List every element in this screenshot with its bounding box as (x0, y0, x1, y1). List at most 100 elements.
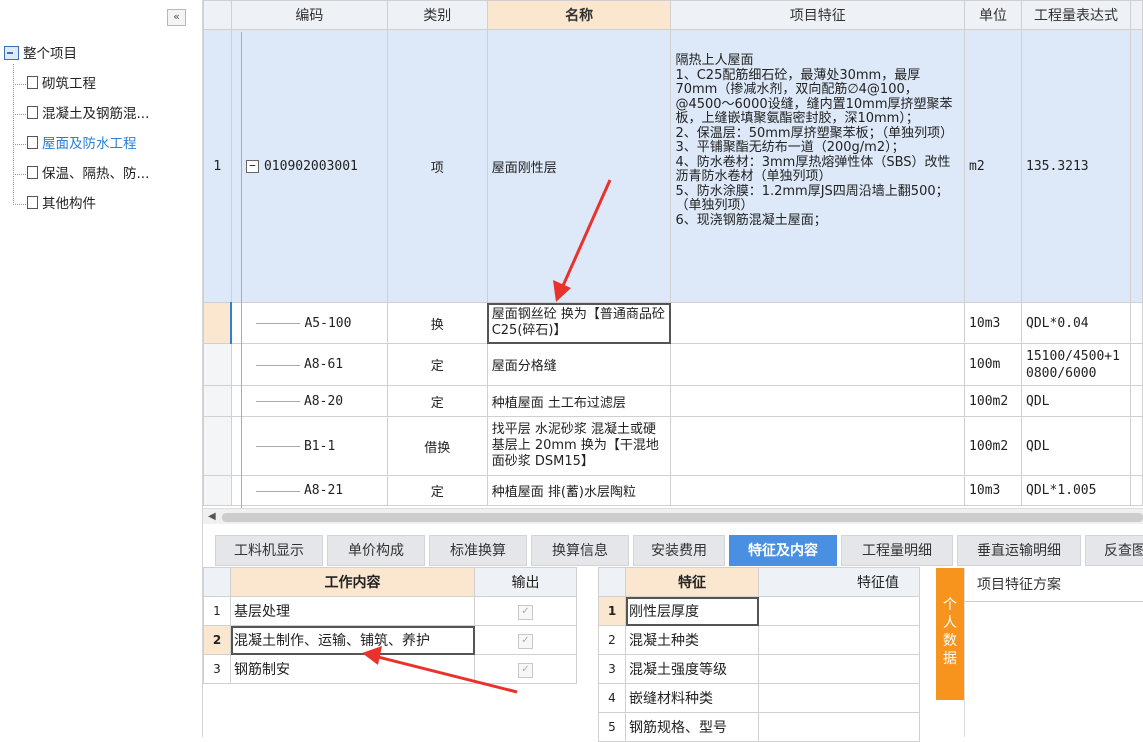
type-cell[interactable]: 定 (386, 385, 488, 417)
unit-cell[interactable]: 100m2 (964, 416, 1023, 476)
feature-cell[interactable] (670, 343, 966, 386)
feature-name-cell[interactable]: 混凝土强度等级 (625, 654, 759, 684)
header-output[interactable]: 输出 (474, 567, 577, 597)
name-cell[interactable]: 屋面分格缝 (486, 343, 672, 386)
table-row[interactable]: 2 混凝土制作、运输、铺筑、养护 ✓ (203, 625, 577, 655)
type-cell[interactable]: 借换 (386, 416, 488, 476)
unit-cell[interactable]: 10m3 (964, 302, 1023, 344)
unit-cell[interactable]: 100m2 (964, 385, 1023, 417)
type-cell[interactable]: 项 (386, 29, 488, 303)
type-cell[interactable]: 定 (386, 475, 488, 506)
expr-cell[interactable]: QDL (1021, 385, 1131, 417)
feature-value-cell[interactable] (758, 596, 920, 626)
expr-cell[interactable]: 135.3213 (1021, 29, 1131, 303)
tree-item-label: 砌筑工程 (42, 76, 96, 92)
tree-item-masonry[interactable]: 砌筑工程 (13, 74, 96, 94)
table-row[interactable]: 2 混凝土种类 (598, 625, 920, 655)
name-cell[interactable]: 种植屋面 排(蓄)水层陶粒 (486, 475, 672, 506)
table-row[interactable]: 1 基层处理 ✓ (203, 596, 577, 626)
scrollbar-thumb[interactable] (222, 513, 1143, 522)
feature-value-cell[interactable] (758, 712, 920, 742)
table-row[interactable]: 3 钢筋制安 ✓ (203, 654, 577, 684)
tree-root-item[interactable]: 整个项目 (4, 44, 77, 64)
feature-value-cell[interactable] (758, 625, 920, 655)
work-content-cell[interactable]: 钢筋制安 (230, 654, 475, 684)
code-cell[interactable]: A8-61 (230, 343, 388, 386)
tab-unit-price[interactable]: 单价构成 (327, 535, 425, 566)
feature-cell[interactable] (670, 385, 966, 417)
code-cell[interactable]: A8-20 (230, 385, 388, 417)
table-row[interactable]: B1-1 借换 找平层 水泥砂浆 混凝土或硬基层上 20mm 换为【干混地面砂浆… (203, 416, 1143, 476)
header-feature-value[interactable]: 特征值 (758, 567, 920, 597)
header-code[interactable]: 编码 (230, 0, 388, 30)
scroll-left-icon[interactable]: ◀ (208, 511, 216, 522)
unit-cell[interactable]: 100m (964, 343, 1023, 386)
detail-tabs: 工料机显示 单价构成 标准换算 换算信息 安装费用 特征及内容 工程量明细 垂直… (203, 532, 1143, 566)
header-work-content[interactable]: 工作内容 (230, 567, 475, 597)
table-row[interactable]: 1 刚性层厚度 (598, 596, 920, 626)
collapse-row-icon[interactable]: − (245, 159, 259, 173)
feature-name-cell[interactable]: 嵌缝材料种类 (625, 683, 759, 713)
personal-data-button[interactable]: 个人数据 (936, 568, 964, 700)
output-checkbox[interactable]: ✓ (518, 663, 533, 678)
expr-cell[interactable]: 15100/4500+10800/6000 (1021, 343, 1131, 386)
table-row[interactable]: A8-21 定 种植屋面 排(蓄)水层陶粒 10m3 QDL*1.005 (203, 475, 1143, 506)
feature-name-cell[interactable]: 钢筋规格、型号 (625, 712, 759, 742)
type-cell[interactable]: 定 (386, 343, 488, 386)
tree-item-other[interactable]: 其他构件 (13, 194, 96, 214)
tab-quantity-detail[interactable]: 工程量明细 (841, 535, 953, 566)
output-checkbox[interactable]: ✓ (518, 605, 533, 620)
code-cell[interactable]: B1-1 (230, 416, 388, 476)
table-row[interactable]: 1 −010902003001 项 屋面刚性层 隔热上人屋面 1、C25配筋细石… (203, 29, 1143, 303)
header-name[interactable]: 名称 (486, 0, 672, 30)
work-content-cell[interactable]: 基层处理 (230, 596, 475, 626)
collapse-panel-button[interactable]: « (167, 9, 186, 26)
tree-item-insulation[interactable]: 保温、隔热、防... (13, 164, 149, 184)
table-row[interactable]: 3 混凝土强度等级 (598, 654, 920, 684)
header-expr[interactable]: 工程量表达式 (1021, 0, 1131, 30)
table-row[interactable]: A8-61 定 屋面分格缝 100m 15100/4500+10800/6000 (203, 343, 1143, 386)
table-row[interactable]: 4 嵌缝材料种类 (598, 683, 920, 713)
work-content-cell[interactable]: 混凝土制作、运输、铺筑、养护 (230, 625, 475, 655)
expr-cell[interactable]: QDL*1.005 (1021, 475, 1131, 506)
output-checkbox[interactable]: ✓ (518, 634, 533, 649)
tab-reverse-lookup[interactable]: 反查图 (1085, 535, 1143, 566)
feature-cell[interactable] (670, 416, 966, 476)
feature-cell[interactable]: 隔热上人屋面 1、C25配筋细石砼，最薄处30mm，最厚70mm（掺减水剂，双向… (670, 29, 966, 303)
tree-item-roofing[interactable]: 屋面及防水工程 (13, 134, 137, 154)
unit-cell[interactable]: 10m3 (964, 475, 1023, 506)
tab-features-content[interactable]: 特征及内容 (729, 535, 837, 566)
feature-cell[interactable] (670, 475, 966, 506)
name-cell[interactable]: 屋面钢丝砼 换为【普通商品砼 C25(碎石)】 (486, 302, 672, 344)
header-feature[interactable]: 特征 (625, 567, 759, 597)
name-cell[interactable]: 屋面刚性层 (486, 29, 672, 303)
code-cell[interactable]: −010902003001 (230, 29, 388, 303)
tab-standard-conversion[interactable]: 标准换算 (429, 535, 527, 566)
tab-material-display[interactable]: 工料机显示 (215, 535, 323, 566)
row-tree-line (241, 32, 242, 508)
unit-cell[interactable]: m2 (964, 29, 1023, 303)
feature-name-cell[interactable]: 混凝土种类 (625, 625, 759, 655)
table-row[interactable]: 5 钢筋规格、型号 (598, 712, 920, 742)
tree-item-concrete[interactable]: 混凝土及钢筋混... (13, 104, 149, 124)
expr-cell[interactable]: QDL (1021, 416, 1131, 476)
tab-vertical-transport[interactable]: 垂直运输明细 (957, 535, 1081, 566)
feature-value-cell[interactable] (758, 654, 920, 684)
header-unit[interactable]: 单位 (964, 0, 1023, 30)
header-feature[interactable]: 项目特征 (670, 0, 966, 30)
horizontal-scrollbar[interactable]: ◀ (203, 508, 1143, 524)
table-row[interactable]: A5-100 换 屋面钢丝砼 换为【普通商品砼 C25(碎石)】 10m3 QD… (203, 302, 1143, 344)
code-cell[interactable]: A5-100 (230, 302, 388, 344)
name-cell[interactable]: 找平层 水泥砂浆 混凝土或硬基层上 20mm 换为【干混地面砂浆 DSM15】 (486, 416, 672, 476)
header-type[interactable]: 类别 (386, 0, 488, 30)
tab-conversion-info[interactable]: 换算信息 (531, 535, 629, 566)
table-row[interactable]: A8-20 定 种植屋面 土工布过滤层 100m2 QDL (203, 385, 1143, 417)
feature-value-cell[interactable] (758, 683, 920, 713)
feature-cell[interactable] (670, 302, 966, 344)
type-cell[interactable]: 换 (386, 302, 488, 344)
code-cell[interactable]: A8-21 (230, 475, 388, 506)
name-cell[interactable]: 种植屋面 土工布过滤层 (486, 385, 672, 417)
tab-install-fee[interactable]: 安装费用 (633, 535, 725, 566)
feature-name-cell[interactable]: 刚性层厚度 (625, 596, 759, 626)
expr-cell[interactable]: QDL*0.04 (1021, 302, 1131, 344)
